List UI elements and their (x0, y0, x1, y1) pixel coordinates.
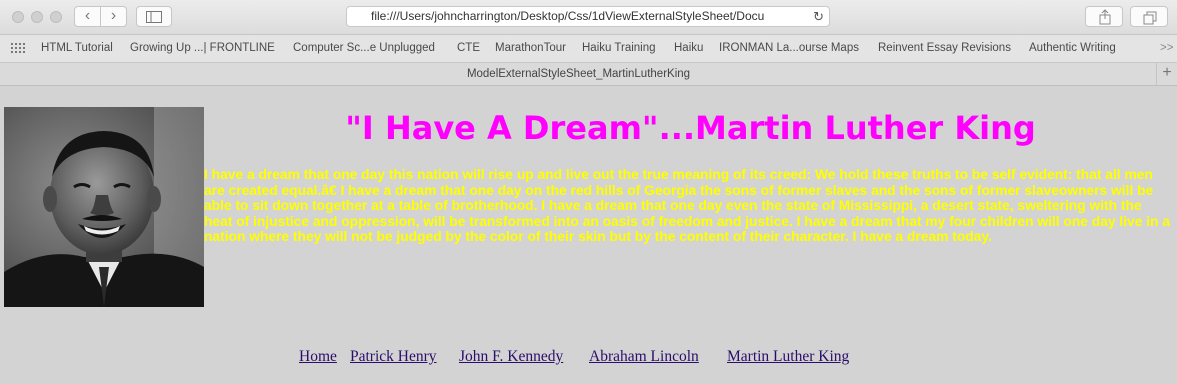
bookmark-item[interactable]: Haiku Training (582, 42, 656, 54)
apps-grid-icon[interactable] (11, 43, 25, 54)
sidebar-icon (146, 11, 162, 23)
zoom-window-button[interactable] (50, 11, 62, 23)
close-window-button[interactable] (12, 11, 24, 23)
chevron-right-icon: › (110, 7, 117, 24)
share-button[interactable] (1085, 6, 1123, 27)
page-title: "I Have A Dream"...Martin Luther King (345, 109, 1036, 147)
bookmarks-overflow-button[interactable]: >> (1160, 42, 1173, 54)
nav-link-martin-luther-king[interactable]: Martin Luther King (727, 348, 849, 366)
active-tab-title[interactable]: ModelExternalStyleSheet_MartinLutherKing (0, 68, 1157, 80)
browser-toolbar: ‹ › file:///Users/johncharrington/Deskto… (0, 0, 1177, 35)
nav-link-patrick-henry[interactable]: Patrick Henry (350, 348, 437, 366)
nav-link-john-f-kennedy[interactable]: John F. Kennedy (459, 348, 563, 366)
tabs-overview-button[interactable] (1130, 6, 1168, 27)
bookmark-item[interactable]: CTE (457, 42, 480, 54)
bookmark-item[interactable]: Haiku (674, 42, 703, 54)
bookmark-item[interactable]: Authentic Writing (1029, 42, 1116, 54)
bookmark-item[interactable]: Reinvent Essay Revisions (878, 42, 1011, 54)
share-icon (1099, 9, 1111, 25)
bookmark-item[interactable]: IRONMAN La...ourse Maps (719, 42, 859, 54)
chevron-left-icon: ‹ (84, 7, 91, 24)
new-tab-button[interactable]: + (1156, 63, 1177, 85)
portrait-photo (4, 107, 204, 307)
page-content: "I Have A Dream"...Martin Luther King I … (0, 86, 1177, 384)
tabs-icon (1143, 11, 1157, 25)
bookmark-item[interactable]: HTML Tutorial (41, 42, 113, 54)
nav-link-home[interactable]: Home (299, 348, 337, 366)
nav-link-abraham-lincoln[interactable]: Abraham Lincoln (589, 348, 699, 366)
back-button[interactable]: ‹ (74, 6, 101, 27)
bookmark-item[interactable]: Growing Up ...| FRONTLINE (130, 42, 275, 54)
bookmark-item[interactable]: MarathonTour (495, 42, 566, 54)
url-text: file:///Users/johncharrington/Desktop/Cs… (371, 9, 765, 23)
sidebar-button[interactable] (136, 6, 172, 27)
reload-icon[interactable]: ↻ (813, 7, 824, 26)
speech-text: I have a dream that one day this nation … (204, 167, 1170, 244)
forward-button[interactable]: › (100, 6, 127, 27)
bookmark-item[interactable]: Computer Sc...e Unplugged (293, 42, 435, 54)
minimize-window-button[interactable] (31, 11, 43, 23)
tab-bar: ModelExternalStyleSheet_MartinLutherKing… (0, 63, 1177, 86)
address-bar[interactable]: file:///Users/johncharrington/Desktop/Cs… (346, 6, 830, 27)
bookmarks-bar: HTML Tutorial Growing Up ...| FRONTLINE … (0, 35, 1177, 63)
